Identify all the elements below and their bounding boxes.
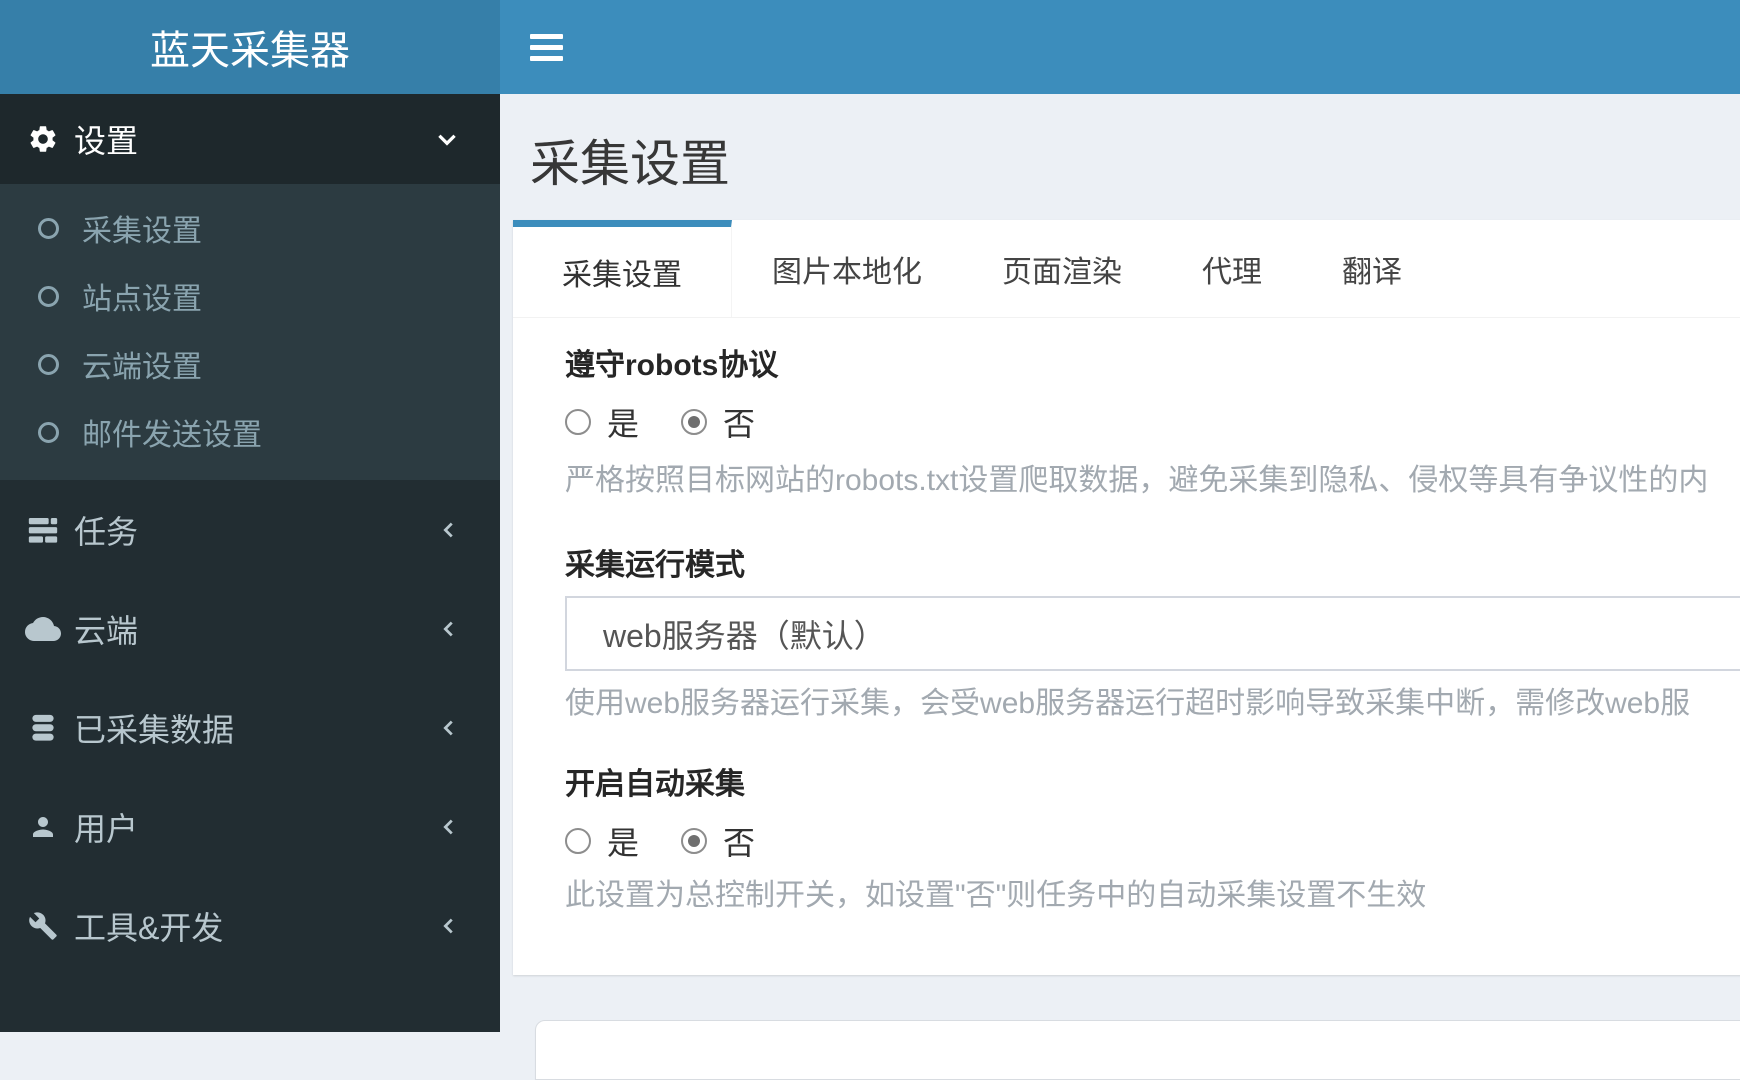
circle-icon bbox=[38, 354, 59, 375]
sidebar-item-label: 用户 bbox=[74, 804, 138, 850]
app-logo-text: 蓝天采集器 bbox=[150, 18, 350, 76]
sidebar-item-site-settings[interactable]: 站点设置 bbox=[0, 262, 500, 330]
wrench-icon bbox=[24, 911, 62, 941]
settings-card: 采集设置 图片本地化 页面渲染 代理 翻译 遵守robots协议 是 否 bbox=[513, 220, 1740, 975]
sidebar-item-tools-dev[interactable]: 工具&开发 bbox=[0, 876, 500, 975]
chevron-left-icon bbox=[438, 915, 460, 937]
submenu-item-label: 站点设置 bbox=[82, 274, 202, 318]
field-help-auto-collect: 此设置为总控制开关，如设置"否"则任务中的自动采集设置不生效 bbox=[565, 877, 1740, 915]
tab-label: 翻译 bbox=[1342, 247, 1402, 291]
radio-option-label: 否 bbox=[723, 399, 755, 445]
page-title: 采集设置 bbox=[530, 124, 730, 196]
robots-radio-group: 是 否 bbox=[565, 402, 1740, 442]
sidebar-item-label: 已采集数据 bbox=[74, 705, 234, 751]
tab-page-render[interactable]: 页面渲染 bbox=[962, 220, 1162, 317]
sidebar-item-users[interactable]: 用户 bbox=[0, 777, 500, 876]
top-navbar bbox=[500, 0, 1740, 94]
tab-proxy[interactable]: 代理 bbox=[1162, 220, 1302, 317]
submenu-item-label: 采集设置 bbox=[82, 206, 202, 250]
settings-submenu: 采集设置 站点设置 云端设置 邮件发送设置 bbox=[0, 184, 500, 480]
field-help-run-mode: 使用web服务器运行采集，会受web服务器运行超时影响导致采集中断，需修改web… bbox=[565, 685, 1740, 723]
sidebar-toggle-button[interactable] bbox=[500, 0, 596, 94]
sidebar-item-label: 工具&开发 bbox=[74, 903, 223, 949]
tab-image-localization[interactable]: 图片本地化 bbox=[732, 220, 962, 317]
settings-form: 遵守robots协议 是 否 严格按照目标网站的robots.txt设置爬取数据… bbox=[513, 348, 1740, 915]
database-icon bbox=[24, 712, 62, 744]
sidebar-item-cloud[interactable]: 云端 bbox=[0, 579, 500, 678]
chevron-left-icon bbox=[438, 618, 460, 640]
tab-translate[interactable]: 翻译 bbox=[1302, 220, 1442, 317]
chevron-left-icon bbox=[438, 717, 460, 739]
sidebar-item-settings[interactable]: 设置 bbox=[0, 94, 500, 184]
sidebar-item-collect-settings[interactable]: 采集设置 bbox=[0, 194, 500, 262]
field-label-run-mode: 采集运行模式 bbox=[565, 548, 1740, 584]
radio-auto-collect-no[interactable] bbox=[681, 828, 707, 854]
chevron-left-icon bbox=[438, 519, 460, 541]
tab-bar: 采集设置 图片本地化 页面渲染 代理 翻译 bbox=[513, 220, 1740, 318]
cloud-icon bbox=[24, 611, 62, 647]
sidebar-item-label: 云端 bbox=[74, 606, 138, 652]
sidebar-item-collected-data[interactable]: 已采集数据 bbox=[0, 678, 500, 777]
sidebar: 设置 采集设置 站点设置 云端设置 邮件发送设置 任务 bbox=[0, 94, 500, 1032]
tab-label: 采集设置 bbox=[562, 250, 682, 294]
run-mode-select[interactable]: web服务器（默认） bbox=[565, 596, 1740, 671]
field-help-robots: 严格按照目标网站的robots.txt设置爬取数据，避免采集到隐私、侵权等具有争… bbox=[565, 462, 1740, 500]
radio-option-label: 否 bbox=[723, 818, 755, 864]
radio-robots-no[interactable] bbox=[681, 409, 707, 435]
radio-robots-yes[interactable] bbox=[565, 409, 591, 435]
run-mode-selected-value: web服务器（默认） bbox=[603, 611, 886, 657]
sidebar-item-mail-settings[interactable]: 邮件发送设置 bbox=[0, 398, 500, 466]
radio-auto-collect-yes[interactable] bbox=[565, 828, 591, 854]
sidebar-item-label: 任务 bbox=[74, 507, 138, 553]
user-icon bbox=[24, 812, 62, 842]
field-label-auto-collect: 开启自动采集 bbox=[565, 767, 1740, 803]
tab-collect-settings[interactable]: 采集设置 bbox=[513, 220, 732, 317]
radio-option-label: 是 bbox=[607, 399, 639, 445]
next-section-card bbox=[535, 1020, 1740, 1080]
sidebar-item-cloud-settings[interactable]: 云端设置 bbox=[0, 330, 500, 398]
field-label-robots: 遵守robots协议 bbox=[565, 348, 1740, 384]
chevron-down-icon bbox=[434, 126, 460, 152]
circle-icon bbox=[38, 218, 59, 239]
tab-label: 图片本地化 bbox=[772, 247, 922, 291]
circle-icon bbox=[38, 286, 59, 307]
sidebar-item-tasks[interactable]: 任务 bbox=[0, 480, 500, 579]
tab-label: 代理 bbox=[1202, 247, 1262, 291]
submenu-item-label: 云端设置 bbox=[82, 342, 202, 386]
chevron-left-icon bbox=[438, 816, 460, 838]
main-content: 采集设置 采集设置 图片本地化 页面渲染 代理 翻译 遵守robots协议 是 bbox=[500, 94, 1740, 1032]
app-logo[interactable]: 蓝天采集器 bbox=[0, 0, 500, 94]
tab-label: 页面渲染 bbox=[1002, 247, 1122, 291]
radio-option-label: 是 bbox=[607, 818, 639, 864]
circle-icon bbox=[38, 422, 59, 443]
tasks-icon bbox=[24, 513, 62, 547]
auto-collect-radio-group: 是 否 bbox=[565, 821, 1740, 861]
submenu-item-label: 邮件发送设置 bbox=[82, 410, 262, 454]
gear-icon bbox=[24, 123, 62, 155]
sidebar-item-label: 设置 bbox=[74, 116, 138, 162]
